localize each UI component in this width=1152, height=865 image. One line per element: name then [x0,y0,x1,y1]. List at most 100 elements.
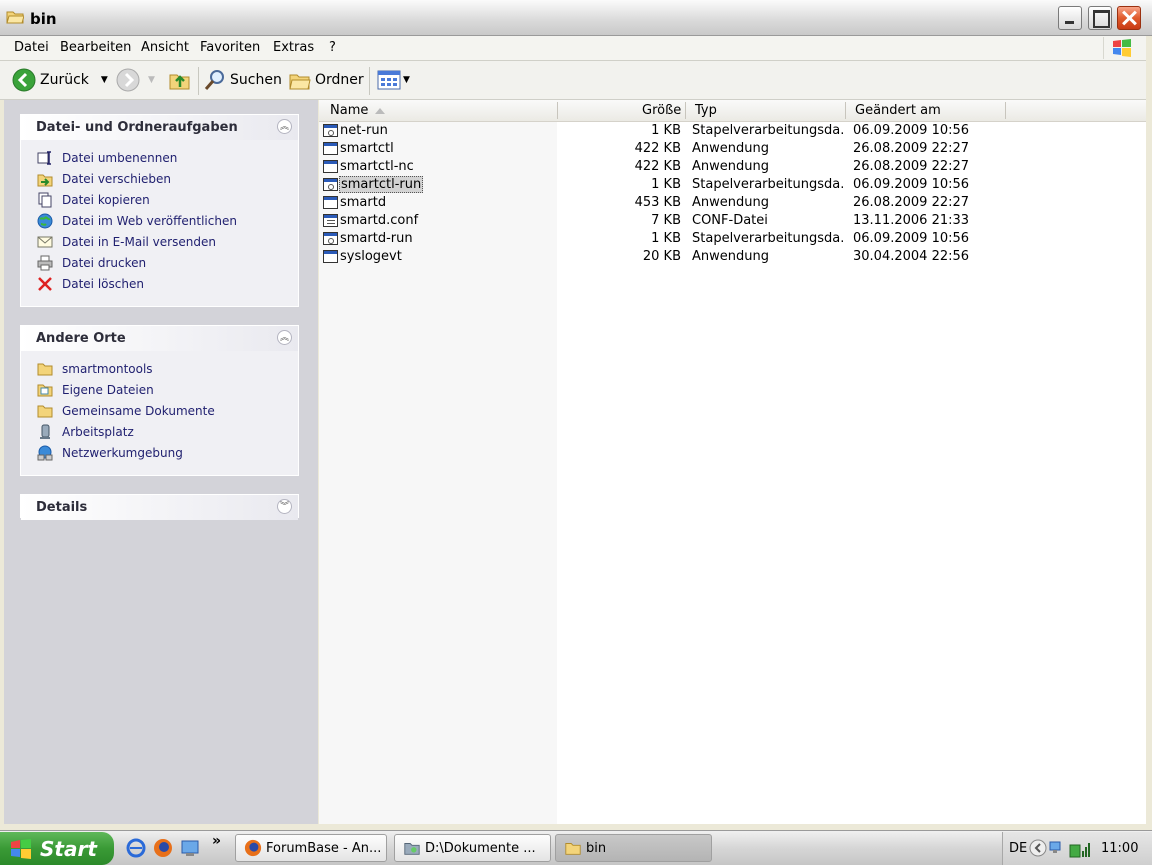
task-label: Datei drucken [62,255,147,270]
task-label: Datei kopieren [62,192,150,207]
back-button[interactable]: Zurück ▼ [12,68,108,92]
task-email[interactable]: Datei in E-Mail versenden [21,231,298,252]
place-label: Eigene Dateien [62,382,154,397]
task-label: Datei in E-Mail versenden [62,234,216,249]
folder-icon [565,843,581,855]
file-type: CONF-Datei [692,213,768,228]
file-name[interactable]: smartd-run [340,231,413,246]
file-type: Anwendung [692,249,769,264]
task-copy[interactable]: Datei kopieren [21,189,298,210]
task-move[interactable]: Datei verschieben [21,168,298,189]
other-places-header[interactable]: Andere Orte ︽ [21,326,298,351]
batch-file-icon [323,124,338,137]
file-row[interactable]: smartctl-nc 422 KB Anwendung 26.08.2009 22:… [319,158,1146,176]
search-button[interactable]: Suchen [204,68,282,92]
file-type: Anwendung [692,159,769,174]
column-size[interactable]: Größe [642,103,681,118]
menu-bearbeiten[interactable]: Bearbeiten [60,40,131,55]
file-size: 422 KB [634,159,681,174]
menu-favoriten[interactable]: Favoriten [200,40,260,55]
task-forumbase[interactable]: ForumBase - An... [235,834,387,862]
file-name[interactable]: net-run [340,123,388,138]
file-row[interactable]: smartd.conf 7 KB CONF-Datei 13.11.2006 21:3… [319,212,1146,230]
file-row[interactable]: smartctl 422 KB Anwendung 26.08.2009 22:27 [319,140,1146,158]
column-modified[interactable]: Geändert am [855,103,941,118]
file-tasks-header[interactable]: Datei- und Ordneraufgaben ︽ [21,115,298,140]
file-row[interactable]: smartctl-run 1 KB Stapelverarbeitungsda...… [319,176,1146,194]
delete-icon [38,276,52,291]
file-modified: 13.11.2006 21:33 [853,213,970,228]
place-label: smartmontools [62,361,153,376]
file-row[interactable]: syslogevt 20 KB Anwendung 30.04.2004 22:56 [319,248,1146,266]
details-title: Details [36,500,88,515]
minimize-button[interactable] [1058,6,1082,30]
web-publish-icon [37,213,53,228]
config-file-icon [323,214,338,227]
folders-button[interactable]: Ordner [289,68,364,92]
network-status-icon[interactable] [1049,839,1067,857]
file-size: 20 KB [642,249,681,264]
expand-icon[interactable]: ︾ [277,499,292,514]
title-bar[interactable]: bin [0,0,1152,36]
file-name[interactable]: smartd [340,195,386,210]
task-label: Datei umbenennen [62,150,178,165]
rename-icon [37,150,51,165]
file-name[interactable]: smartctl [340,141,394,156]
task-bin[interactable]: bin [555,834,712,862]
show-desktop-icon[interactable] [180,838,200,858]
task-web-publish[interactable]: Datei im Web veröffentlichen [21,210,298,231]
menu-extras[interactable]: Extras [273,40,314,55]
file-name[interactable]: smartd.conf [340,213,418,228]
place-shared-documents[interactable]: Gemeinsame Dokumente [21,400,298,421]
application-icon [323,142,338,155]
wireless-signal-icon[interactable] [1069,837,1091,859]
forward-button[interactable]: ▼ [116,68,155,92]
clock: 11:00 [1101,841,1139,856]
file-row[interactable]: smartd-run 1 KB Stapelverarbeitungsda... 06… [319,230,1146,248]
column-type[interactable]: Typ [695,103,717,118]
task-dokumente[interactable]: D:\Dokumente ... [394,834,551,862]
language-indicator[interactable]: DE [1009,841,1027,856]
collapse-icon[interactable]: ︽ [277,119,292,134]
internet-explorer-icon[interactable] [126,838,146,858]
task-pane: Datei- und Ordneraufgaben ︽ Datei umbene… [4,100,318,824]
place-smartmontools[interactable]: smartmontools [21,358,298,379]
column-name[interactable]: Name [330,103,368,118]
place-my-documents[interactable]: Eigene Dateien [21,379,298,400]
file-row[interactable]: net-run 1 KB Stapelverarbeitungsda... 06.09… [319,122,1146,140]
file-size: 7 KB [651,213,681,228]
place-network[interactable]: Netzwerkumgebung [21,442,298,463]
copy-icon [38,192,52,207]
file-modified: 26.08.2009 22:27 [853,159,970,174]
firefox-icon[interactable] [153,838,173,858]
menu-datei[interactable]: Datei [14,40,49,55]
file-size: 1 KB [651,177,681,192]
file-name[interactable]: smartctl-nc [340,159,414,174]
file-name[interactable]: smartctl-run [339,176,424,193]
collapse-icon[interactable]: ︽ [277,330,292,345]
file-size: 422 KB [634,141,681,156]
folder-icon [37,363,53,375]
views-icon [377,70,401,90]
explorer-window: bin Datei Bearbeiten Ansicht Favoriten E… [0,0,1152,830]
task-print[interactable]: Datei drucken [21,252,298,273]
menu-bar: Datei Bearbeiten Ansicht Favoriten Extra… [0,36,1146,61]
quicklaunch-more-icon[interactable]: » [212,833,221,849]
task-label: Datei im Web veröffentlichen [62,213,237,228]
up-folder-button[interactable] [169,68,191,92]
maximize-button[interactable] [1088,6,1112,30]
menu-ansicht[interactable]: Ansicht [141,40,189,55]
start-button[interactable]: Start [0,832,114,865]
close-button[interactable] [1117,6,1141,30]
task-rename[interactable]: Datei umbenennen [21,147,298,168]
menu-help[interactable]: ? [329,40,336,55]
tray-expand-icon[interactable] [1029,839,1047,857]
task-delete[interactable]: Datei löschen [21,273,298,294]
views-button[interactable]: ▼ [377,68,410,92]
file-row[interactable]: smartd 453 KB Anwendung 26.08.2009 22:27 [319,194,1146,212]
back-dropdown-icon[interactable]: ▼ [101,75,108,85]
file-name[interactable]: syslogevt [340,249,402,264]
details-header[interactable]: Details ︾ [21,495,298,520]
place-my-computer[interactable]: Arbeitsplatz [21,421,298,442]
column-header: Name Größe Typ Geändert am [319,100,1146,122]
